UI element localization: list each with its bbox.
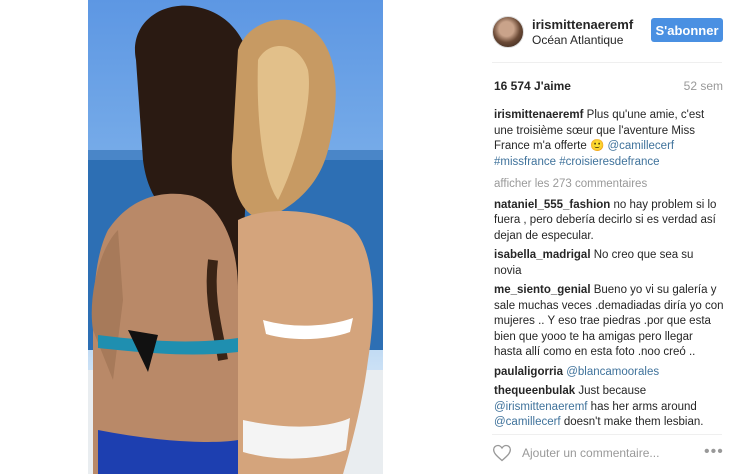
heart-outline-icon[interactable] [492, 443, 512, 463]
photo-illustration [88, 5, 383, 474]
list-item: me_siento_genial Bueno yo vi su galería … [494, 283, 724, 361]
comment-author[interactable]: paulaligorria [494, 366, 563, 378]
location-link[interactable]: Océan Atlantique [532, 33, 623, 47]
caption-hashtag-croisieres[interactable]: #croisieresdefrance [559, 156, 659, 168]
avatar[interactable] [492, 16, 524, 48]
load-more-comments[interactable]: afficher les 273 commentaires [494, 177, 724, 193]
caption-author[interactable]: irismittenaeremf [494, 109, 583, 121]
comment-mention[interactable]: @irismittenaeremf [494, 401, 587, 413]
list-item: nataniel_555_fashion no hay problem si l… [494, 198, 724, 245]
caption-mention[interactable]: @camillecerf [607, 140, 674, 152]
list-item: paulaligorria @blancamoorales [494, 365, 724, 381]
comment-author[interactable]: isabella_madrigal [494, 249, 591, 261]
post-age[interactable]: 52 sem [684, 79, 723, 93]
comment-text: doesn't make them lesbian. [560, 416, 704, 428]
caption: irismittenaeremf Plus qu'une amie, c'est… [494, 108, 724, 170]
comment-text: has her arms around [587, 400, 697, 413]
follow-button[interactable]: S'abonner [651, 18, 723, 42]
list-item: isabella_madrigal No creo que sea su nov… [494, 248, 724, 279]
likes-count[interactable]: 16 574 J'aime [494, 79, 571, 93]
post-photo[interactable] [88, 0, 383, 474]
comment-mention[interactable]: @camillecerf [494, 416, 561, 428]
comment-input[interactable] [522, 444, 692, 462]
list-item: thequeenbulak Just because @irismittenae… [494, 384, 724, 431]
add-comment-bar: ••• [492, 441, 724, 467]
more-options-icon[interactable]: ••• [704, 443, 724, 461]
comment-text: Just because [575, 385, 647, 397]
username-link[interactable]: irismittenaeremf [532, 17, 633, 32]
post-header: irismittenaeremf Océan Atlantique S'abon… [492, 16, 732, 50]
comment-author[interactable]: thequeenbulak [494, 385, 575, 397]
caption-hashtag-missfrance[interactable]: #missfrance [494, 156, 556, 168]
divider [492, 434, 722, 435]
comments-list: irismittenaeremf Plus qu'une amie, c'est… [494, 108, 724, 435]
post-sidebar: irismittenaeremf Océan Atlantique S'abon… [482, 0, 732, 474]
comment-mention[interactable]: @blancamoorales [566, 366, 659, 378]
comment-author[interactable]: nataniel_555_fashion [494, 199, 610, 211]
divider [492, 62, 722, 63]
comment-author[interactable]: me_siento_genial [494, 284, 591, 296]
